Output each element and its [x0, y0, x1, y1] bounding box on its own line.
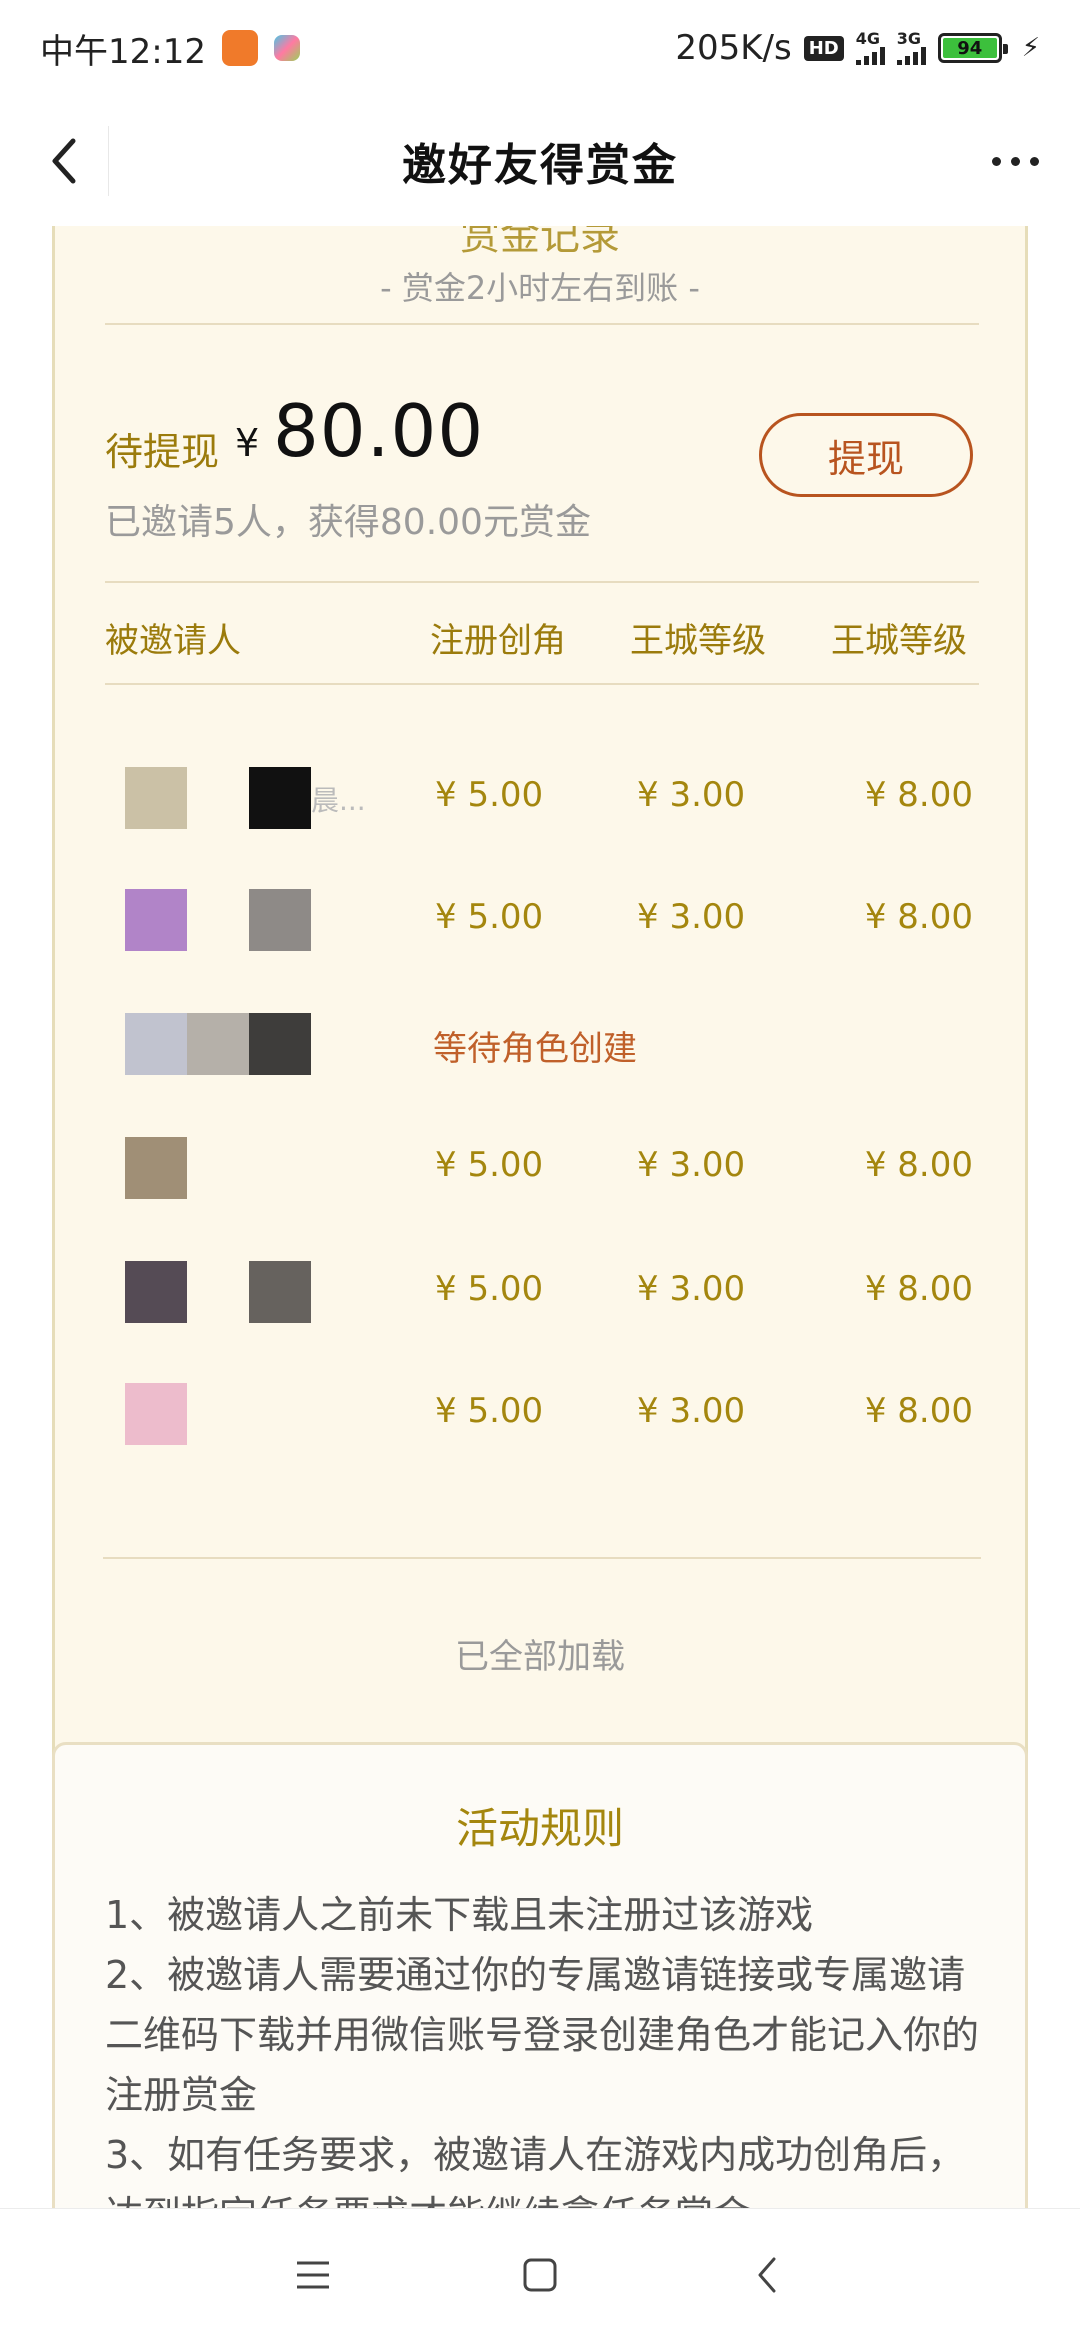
signal-3g: 3G: [896, 29, 926, 65]
back-button[interactable]: [30, 126, 100, 196]
records-heading: 赏金记录: [460, 226, 620, 259]
level-reward-1: ¥ 3.00: [637, 897, 746, 937]
avatar: [125, 1383, 187, 1445]
rules-title: 活动规则: [455, 1804, 624, 1853]
battery-level: 94: [957, 37, 983, 59]
withdraw-button[interactable]: 提现: [759, 413, 973, 497]
register-reward: ¥ 5.00: [435, 1145, 544, 1185]
menu-button[interactable]: [273, 2235, 353, 2315]
network-type-1: 4G: [855, 29, 880, 48]
avatar: [249, 889, 311, 951]
nav-header: 邀好友得赏金: [0, 96, 1080, 226]
column-header-invitee: 被邀请人: [105, 621, 241, 661]
level-reward-2: ¥ 8.00: [864, 1391, 973, 1431]
table-row: 等待角色创建: [55, 995, 1025, 1075]
register-reward: ¥ 5.00: [435, 1391, 544, 1431]
page-title: 邀好友得赏金: [402, 140, 678, 191]
home-square-icon: [523, 2258, 557, 2291]
system-back-button[interactable]: [727, 2235, 807, 2315]
table-row: ¥ 5.00 ¥ 3.00 ¥ 8.00: [55, 1119, 1025, 1199]
status-left: 中午12:12: [40, 24, 300, 73]
table-row: ¥ 5.00 ¥ 3.00 ¥ 8.00: [55, 1365, 1025, 1445]
divider: [105, 581, 979, 583]
battery-icon: 94: [937, 33, 1008, 63]
table-row: ¥ 5.00 ¥ 3.00 ¥ 8.00: [55, 871, 1025, 951]
status-bar: 中午12:12 205K/s HD 4G 3G 94 ⚡: [0, 0, 1080, 96]
level-reward-1: ¥ 3.00: [637, 1391, 746, 1431]
divider: [105, 323, 979, 325]
more-dot-icon: [1029, 156, 1039, 166]
more-dot-icon: [1010, 156, 1020, 166]
system-navigation-bar: [0, 2208, 1080, 2340]
register-reward: ¥ 5.00: [435, 897, 544, 937]
avatar: [187, 1013, 249, 1075]
hd-badge: HD: [803, 35, 844, 61]
avatar: [249, 1261, 311, 1323]
avatar: [125, 1013, 187, 1075]
table-row: ¥ 5.00 ¥ 3.00 ¥ 8.00: [55, 1243, 1025, 1323]
currency-symbol: ¥: [235, 421, 260, 465]
network-speed: 205K/s: [675, 28, 792, 68]
rule-item: 2、被邀请人需要通过你的专属邀请链接或专属邀请二维码下载并用微信账号登录创建角色…: [105, 1953, 980, 2117]
level-reward-1: ¥ 3.00: [637, 1145, 746, 1185]
signal-4g: 4G: [855, 29, 885, 65]
level-reward-2: ¥ 8.00: [864, 775, 973, 815]
divider: [105, 683, 979, 685]
records-subtitle: - 赏金2小时左右到账 -: [380, 269, 700, 307]
column-header-register: 注册创角: [430, 621, 566, 661]
activity-rules-card: 活动规则 1、被邀请人之前未下载且未注册过该游戏 2、被邀请人需要通过你的专属邀…: [52, 1742, 1028, 2208]
register-reward: ¥ 5.00: [435, 775, 544, 815]
header-divider: [108, 126, 109, 196]
signal-bars-icon: [896, 47, 926, 65]
more-options-button[interactable]: [980, 136, 1050, 186]
status-time: 中午12:12: [40, 31, 206, 72]
waiting-status: 等待角色创建: [433, 1029, 637, 1069]
more-dot-icon: [991, 156, 1001, 166]
avatar: [249, 767, 311, 829]
chevron-left-icon: [52, 138, 76, 184]
shop-app-icon: [221, 30, 258, 66]
register-reward: ¥ 5.00: [435, 1269, 544, 1309]
level-reward-2: ¥ 8.00: [864, 1145, 973, 1185]
network-type-2: 3G: [896, 29, 921, 48]
level-reward-1: ¥ 3.00: [637, 775, 746, 815]
all-loaded-text: 已全部加载: [455, 1637, 625, 1677]
notification-app-icon: [273, 35, 300, 61]
home-button[interactable]: [500, 2235, 580, 2315]
level-reward-1: ¥ 3.00: [637, 1269, 746, 1309]
content-scroll[interactable]: 赏金记录 - 赏金2小时左右到账 - 待提现 ¥ 80.00 已邀请5人，获得8…: [0, 226, 1080, 2208]
rule-item: 3、如有任务要求，被邀请人在游戏内成功创角后，达到指定任务要求才能继续拿任务赏金: [105, 2133, 966, 2208]
table-row: 晨... ¥ 5.00 ¥ 3.00 ¥ 8.00: [55, 749, 1025, 829]
level-reward-2: ¥ 8.00: [864, 1269, 973, 1309]
avatar: [125, 767, 187, 829]
chevron-left-icon: [758, 2257, 776, 2292]
avatar: [125, 1261, 187, 1323]
pending-label: 待提现: [105, 430, 220, 474]
divider: [103, 1557, 981, 1559]
column-header-level-2: 王城等级: [831, 621, 967, 661]
rule-item: 1、被邀请人之前未下载且未注册过该游戏: [105, 1893, 814, 1937]
level-reward-2: ¥ 8.00: [864, 897, 973, 937]
menu-icon: [297, 2261, 330, 2288]
avatar: [249, 1013, 311, 1075]
rules-body: 1、被邀请人之前未下载且未注册过该游戏 2、被邀请人需要通过你的专属邀请链接或专…: [105, 1885, 985, 2208]
column-header-level-1: 王城等级: [630, 621, 766, 661]
status-right: 205K/s HD 4G 3G 94 ⚡: [675, 28, 1040, 68]
avatar: [125, 889, 187, 951]
charging-icon: ⚡: [1021, 33, 1040, 63]
pending-amount: 80.00: [273, 389, 485, 473]
avatar: [125, 1137, 187, 1199]
signal-bars-icon: [855, 47, 885, 65]
invitee-name: 晨...: [311, 784, 366, 817]
reward-records-card: 赏金记录 - 赏金2小时左右到账 - 待提现 ¥ 80.00 已邀请5人，获得8…: [52, 226, 1028, 1902]
invite-summary: 已邀请5人，获得80.00元赏金: [105, 502, 591, 543]
